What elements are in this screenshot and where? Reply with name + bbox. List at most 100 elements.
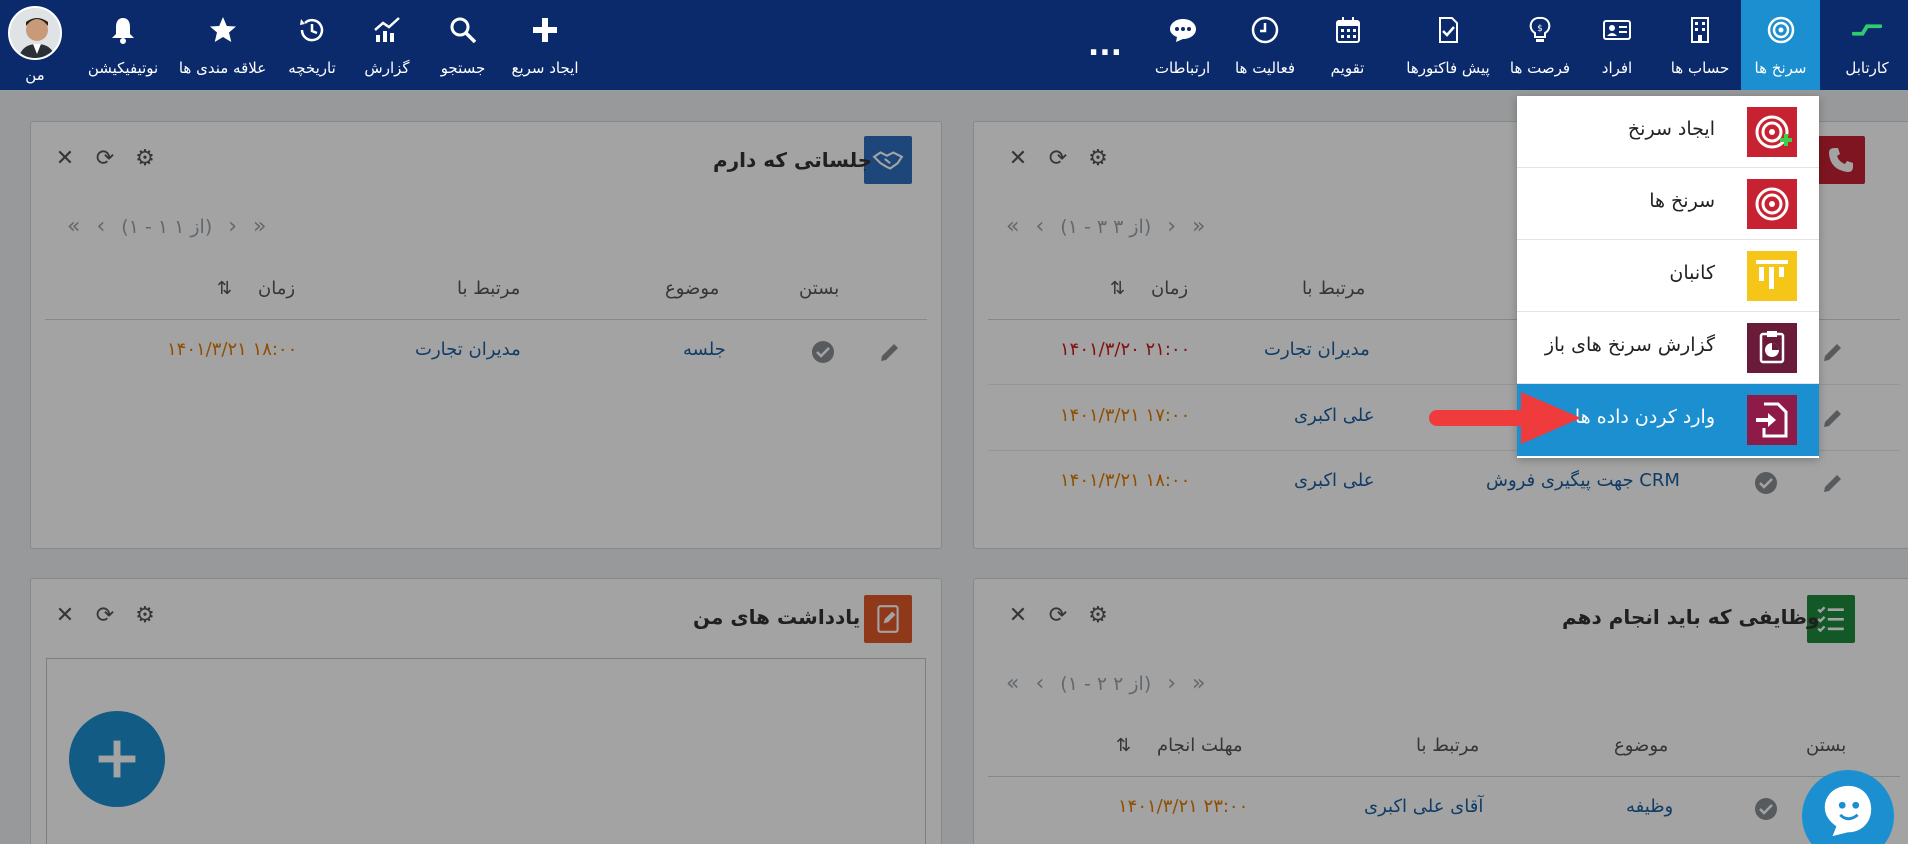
nav-item-communications[interactable]: ارتباطات <box>1140 0 1225 90</box>
cell-related[interactable]: مدیران تجارت <box>415 339 521 360</box>
pager-text: (۱ - ۳ از ۳) <box>1060 215 1152 238</box>
edit-pencil-icon[interactable] <box>1821 340 1845 364</box>
nav-item-invoices[interactable]: پیش فاکتورها <box>1398 0 1498 90</box>
menu-item-leads[interactable]: سرنخ ها <box>1517 168 1819 240</box>
svg-text:$: $ <box>1537 24 1543 34</box>
gear-icon[interactable]: ⚙ <box>1086 146 1110 171</box>
nav-item-accounts[interactable]: حساب ها <box>1660 0 1740 90</box>
search-button[interactable]: جستجو <box>433 0 493 90</box>
column-close[interactable]: بستن <box>799 278 839 299</box>
prev-page-icon[interactable]: ‹ <box>96 214 105 239</box>
target-icon <box>1764 13 1798 47</box>
more-label: ... <box>1087 27 1123 63</box>
column-related[interactable]: مرتبط با <box>457 278 520 299</box>
edit-pencil-icon[interactable] <box>1821 406 1845 430</box>
nav-item-people[interactable]: افراد <box>1582 0 1652 90</box>
search-icon <box>446 13 480 47</box>
tasks-widget: وظایفی که باید انجام دهم ✕ ⟳ ⚙ « ‹ (۱ - … <box>973 578 1908 844</box>
nav-item-leads[interactable]: سرنخ ها <box>1741 0 1820 90</box>
cell-related[interactable]: مدیران تجارت <box>1264 339 1370 360</box>
menu-item-create-lead[interactable]: ایجاد سرنخ <box>1517 96 1819 168</box>
cell-subject[interactable]: جلسه <box>683 339 726 360</box>
edit-pencil-icon[interactable] <box>878 340 902 364</box>
nav-item-kartable[interactable]: کارتابل <box>1826 0 1908 90</box>
favorites-button[interactable]: علاقه مندی ها <box>175 0 270 90</box>
column-related[interactable]: مرتبط با <box>1416 735 1479 756</box>
menu-item-label: سرنخ ها <box>1649 190 1715 212</box>
column-time[interactable]: زمان <box>1151 278 1188 299</box>
first-page-icon[interactable]: « <box>1006 671 1019 696</box>
nav-label: ارتباطات <box>1154 59 1211 77</box>
calendar-icon <box>1331 13 1365 47</box>
column-related[interactable]: مرتبط با <box>1302 278 1365 299</box>
profile-button[interactable]: من <box>5 0 65 90</box>
close-icon[interactable]: ✕ <box>1006 603 1030 628</box>
nav-item-opportunities[interactable]: $ فرصت ها <box>1500 0 1580 90</box>
nav-label: پیش فاکتورها <box>1406 59 1490 77</box>
star-icon <box>206 13 240 47</box>
menu-item-kanban[interactable]: کانبان <box>1517 240 1819 312</box>
last-page-icon[interactable]: » <box>1192 671 1205 696</box>
column-subject[interactable]: موضوع <box>1614 735 1668 756</box>
add-note-button[interactable] <box>69 711 165 807</box>
top-navbar: کارتابل سرنخ ها حساب ها افراد $ فرصت ها … <box>0 0 1908 90</box>
menu-item-label: ایجاد سرنخ <box>1627 118 1715 140</box>
pagination: « ‹ (۱ - ۳ از ۳) › » <box>1006 214 1206 239</box>
check-circle-icon[interactable] <box>811 340 835 364</box>
column-close[interactable]: بستن <box>1806 735 1846 756</box>
next-page-icon[interactable]: › <box>1167 671 1176 696</box>
refresh-icon[interactable]: ⟳ <box>93 603 117 628</box>
column-deadline[interactable]: مهلت انجام <box>1157 735 1243 756</box>
invoice-icon <box>1431 13 1465 47</box>
history-icon <box>295 13 329 47</box>
nav-label: جستجو <box>440 59 486 77</box>
quick-create-button[interactable]: ایجاد سریع <box>505 0 585 90</box>
cell-time: ۱۴۰۱/۳/۲۱ ۱۸:۰۰ <box>1060 470 1191 491</box>
gear-icon[interactable]: ⚙ <box>133 603 157 628</box>
next-page-icon[interactable]: › <box>1167 214 1176 239</box>
report-button[interactable]: گزارش <box>357 0 417 90</box>
first-page-icon[interactable]: « <box>1006 214 1019 239</box>
gear-icon[interactable]: ⚙ <box>1086 603 1110 628</box>
notifications-button[interactable]: نوتیفیکیشن <box>82 0 164 90</box>
close-icon[interactable]: ✕ <box>1006 146 1030 171</box>
prev-page-icon[interactable]: ‹ <box>1035 214 1044 239</box>
nav-item-activities[interactable]: فعالیت ها <box>1225 0 1305 90</box>
edit-pencil-icon[interactable] <box>1821 471 1845 495</box>
column-subject[interactable]: موضوع <box>665 278 719 299</box>
sort-icon[interactable]: ⇅ <box>1110 278 1125 299</box>
widget-title: یادداشت های من <box>693 605 861 629</box>
check-circle-icon[interactable] <box>1754 797 1778 821</box>
refresh-icon[interactable]: ⟳ <box>93 146 117 171</box>
gear-icon[interactable]: ⚙ <box>133 146 157 171</box>
last-page-icon[interactable]: » <box>1192 214 1205 239</box>
cell-subject[interactable]: وظیفه <box>1626 796 1673 817</box>
menu-item-open-leads-report[interactable]: گزارش سرنخ های باز <box>1517 312 1819 384</box>
cell-subject[interactable]: جهت پیگیری فروش CRM <box>1486 470 1680 491</box>
nav-label: کارتابل <box>1845 59 1889 77</box>
refresh-icon[interactable]: ⟳ <box>1046 603 1070 628</box>
more-menu-button[interactable]: ... <box>1085 0 1125 90</box>
notes-area[interactable] <box>46 658 926 844</box>
nav-item-calendar[interactable]: تقویم <box>1310 0 1385 90</box>
cell-related[interactable]: آقای علی اکبری <box>1364 796 1483 817</box>
close-icon[interactable]: ✕ <box>53 146 77 171</box>
plus-icon <box>98 740 136 778</box>
chat-face-icon <box>1824 785 1872 837</box>
cell-deadline: ۱۴۰۱/۳/۲۱ ۲۳:۰۰ <box>1118 796 1249 817</box>
refresh-icon[interactable]: ⟳ <box>1046 146 1070 171</box>
report-icon <box>1747 323 1797 373</box>
check-circle-icon[interactable] <box>1754 471 1778 495</box>
cell-related[interactable]: علی اکبری <box>1294 470 1374 491</box>
cell-related[interactable]: علی اکبری <box>1294 405 1374 426</box>
menu-item-label: وارد کردن داده ها <box>1574 406 1715 428</box>
sort-icon[interactable]: ⇅ <box>1116 735 1131 756</box>
column-time[interactable]: زمان <box>258 278 295 299</box>
prev-page-icon[interactable]: ‹ <box>1035 671 1044 696</box>
next-page-icon[interactable]: › <box>228 214 237 239</box>
last-page-icon[interactable]: » <box>253 214 266 239</box>
close-icon[interactable]: ✕ <box>53 603 77 628</box>
first-page-icon[interactable]: « <box>67 214 80 239</box>
history-button[interactable]: تاریخچه <box>282 0 342 90</box>
sort-icon[interactable]: ⇅ <box>217 278 232 299</box>
